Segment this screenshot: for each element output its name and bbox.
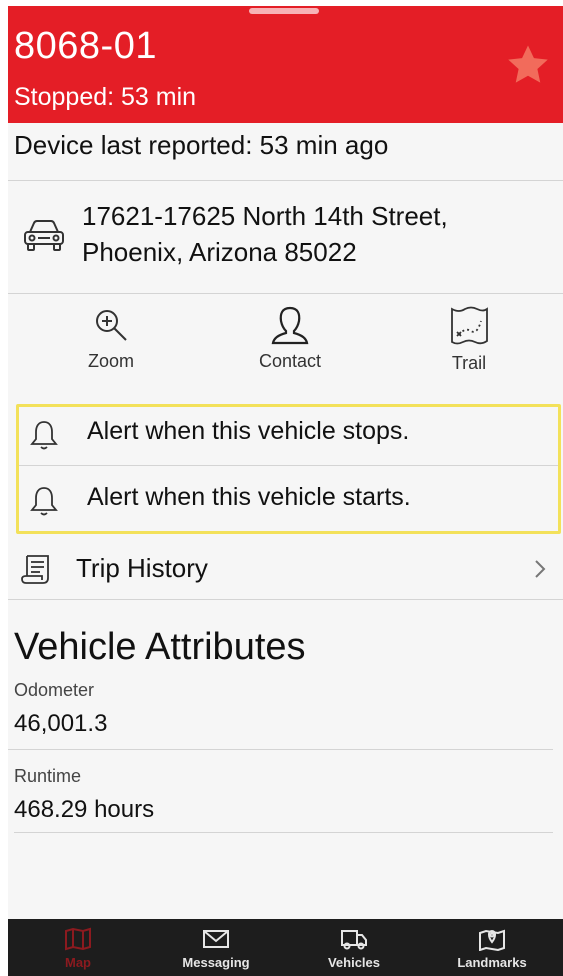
alert-stops-row[interactable]: Alert when this vehicle stops. [19,407,558,465]
address-line-2: Phoenix, Arizona 85022 [82,237,357,267]
zoom-button[interactable]: Zoom [41,305,181,397]
odometer-value: 46,001.3 [14,710,108,737]
sheet-grab-handle[interactable] [249,8,319,14]
divider [19,465,558,466]
alert-stops-label: Alert when this vehicle stops. [87,417,410,445]
tab-vehicles-label: Vehicles [327,955,381,970]
bell-icon [30,487,58,516]
trail-label: Trail [451,353,487,373]
address-text: 17621-17625 North 14th Street, Phoenix, … [82,198,552,270]
vehicle-header: 8068-01 Stopped: 53 min [8,6,563,123]
vehicle-status: Stopped: 53 min [14,83,197,111]
vehicle-detail-sheet: 8068-01 Stopped: 53 min Device last repo… [8,6,563,976]
tab-map[interactable]: Map [9,919,147,976]
divider [14,832,553,833]
zoom-in-icon [96,310,127,341]
divider [8,749,553,750]
tab-messaging-label: Messaging [182,955,250,970]
action-bar: Zoom Contact Trail [8,299,563,401]
vehicle-name: 8068-01 [14,25,157,67]
runtime-value: 468.29 hours [14,796,155,823]
divider [8,599,563,600]
map-icon [65,927,91,951]
divider [8,180,563,181]
alert-starts-row[interactable]: Alert when this vehicle starts. [19,473,558,531]
tab-map-label: Map [65,955,91,970]
tab-landmarks-label: Landmarks [457,955,527,970]
tab-messaging[interactable]: Messaging [147,919,285,976]
vehicle-location: 17621-17625 North 14th Street, Phoenix, … [8,196,563,292]
contact-button[interactable]: Contact [220,305,360,397]
contact-person-icon [271,306,309,345]
chevron-right-icon [535,560,546,578]
address-line-1: 17621-17625 North 14th Street, [82,201,448,231]
trail-button[interactable]: Trail [399,305,539,397]
runtime-label: Runtime [14,766,82,786]
device-last-reported: Device last reported: 53 min ago [14,130,389,160]
contact-label: Contact [258,351,322,371]
car-icon [24,220,64,251]
divider [8,293,563,294]
vehicle-attributes-title: Vehicle Attributes [14,626,306,668]
envelope-icon [203,930,229,948]
star-icon[interactable] [505,42,551,88]
trail-map-icon [451,306,488,345]
trip-history-row[interactable]: Trip History [8,538,563,598]
bell-icon [30,421,58,450]
tab-landmarks[interactable]: Landmarks [423,919,561,976]
trip-history-icon [21,555,49,584]
odometer-label: Odometer [14,680,95,700]
truck-icon [341,930,367,950]
zoom-label: Zoom [87,351,134,371]
landmark-pin-icon [479,929,505,951]
alert-starts-label: Alert when this vehicle starts. [87,483,411,511]
trip-history-label: Trip History [76,553,208,583]
bottom-tab-bar: Map Messaging Vehicles Landmarks [8,919,563,976]
tab-vehicles[interactable]: Vehicles [285,919,423,976]
alerts-highlight-box: Alert when this vehicle stops. Alert whe… [16,404,561,534]
